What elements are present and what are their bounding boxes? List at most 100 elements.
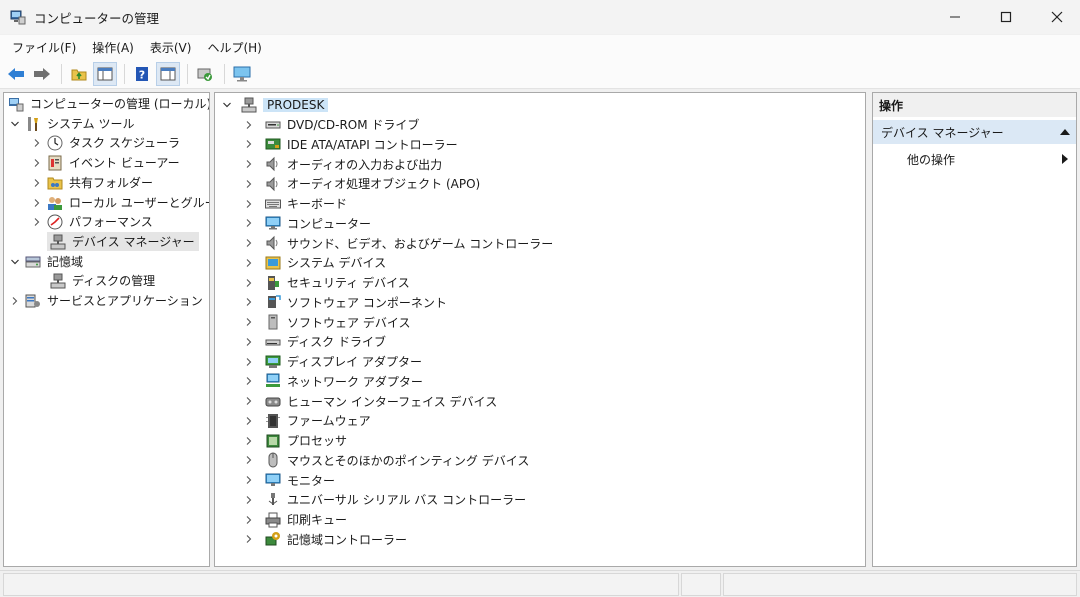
chevron-right-icon[interactable] xyxy=(31,157,43,169)
collapse-triangle-icon[interactable] xyxy=(1060,128,1070,136)
tree-item-shared-folders[interactable]: 共有フォルダー xyxy=(31,173,153,192)
device-category-row[interactable]: ファームウェア xyxy=(243,411,371,430)
device-category-row[interactable]: ユニバーサル シリアル バス コントローラー xyxy=(243,490,526,509)
close-button[interactable] xyxy=(1034,0,1080,34)
scan-hardware-button[interactable] xyxy=(193,62,217,86)
show-hide-console-tree-button[interactable] xyxy=(93,61,117,86)
device-category-row[interactable]: ネットワーク アダプター xyxy=(243,372,423,391)
tree-root-computer-management[interactable]: コンピューターの管理 (ローカル) xyxy=(8,94,209,113)
device-category-row[interactable]: コンピューター xyxy=(243,214,371,233)
monitor-icon xyxy=(233,66,251,81)
tree-item-local-users-groups[interactable]: ローカル ユーザーとグループ xyxy=(31,193,209,212)
chevron-right-icon[interactable] xyxy=(243,198,255,210)
chevron-right-icon[interactable] xyxy=(31,197,43,209)
chevron-right-icon[interactable] xyxy=(243,316,255,328)
device-category-row[interactable]: ディスプレイ アダプター xyxy=(243,352,422,371)
chevron-right-icon[interactable] xyxy=(243,119,255,131)
chevron-right-icon[interactable] xyxy=(243,474,255,486)
chevron-right-icon[interactable] xyxy=(31,177,43,189)
device-category-row[interactable]: IDE ATA/ATAPI コントローラー xyxy=(243,135,458,154)
chevron-right-icon[interactable] xyxy=(243,356,255,368)
dvd-drive-icon xyxy=(265,121,281,128)
device-category-row[interactable]: マウスとそのほかのポインティング デバイス xyxy=(243,451,529,470)
chevron-right-icon[interactable] xyxy=(9,295,21,307)
chevron-right-icon[interactable] xyxy=(243,514,255,526)
device-category-row[interactable]: キーボード xyxy=(243,194,347,213)
device-category-row[interactable]: ヒューマン インターフェイス デバイス xyxy=(243,392,497,411)
tree-label: イベント ビューアー xyxy=(69,156,180,170)
computer-icon xyxy=(265,216,281,230)
chevron-right-icon[interactable] xyxy=(31,137,43,149)
chevron-right-icon[interactable] xyxy=(243,178,255,190)
chevron-right-icon[interactable] xyxy=(31,216,43,228)
maximize-button[interactable] xyxy=(983,0,1029,34)
users-icon xyxy=(48,196,62,210)
keyboard-icon xyxy=(265,199,281,208)
device-category-row[interactable]: 印刷キュー xyxy=(243,510,347,529)
chevron-right-icon[interactable] xyxy=(243,533,255,545)
menu-view[interactable]: 表示(V) xyxy=(142,39,200,56)
chevron-right-icon[interactable] xyxy=(243,277,255,289)
tree-item-services-applications[interactable]: サービスとアプリケーション xyxy=(9,291,203,310)
forward-button[interactable] xyxy=(30,62,54,86)
device-category-row[interactable]: オーディオの入力および出力 xyxy=(243,155,442,174)
chevron-right-icon[interactable] xyxy=(243,415,255,427)
menu-help[interactable]: ヘルプ(H) xyxy=(199,39,269,56)
chevron-down-icon[interactable] xyxy=(9,256,21,268)
menu-action[interactable]: 操作(A) xyxy=(84,39,142,56)
status-bar xyxy=(0,570,1080,597)
device-category-row[interactable]: モニター xyxy=(243,471,335,490)
action-pane-icon xyxy=(160,67,176,80)
tree-item-performance[interactable]: パフォーマンス xyxy=(31,212,153,231)
device-category-row[interactable]: DVD/CD-ROM ドライブ xyxy=(243,115,419,134)
device-category-label: ソフトウェア コンポーネント xyxy=(287,295,447,310)
tools-icon xyxy=(28,116,38,131)
chevron-right-icon[interactable] xyxy=(243,296,255,308)
device-category-row[interactable]: ディスク ドライブ xyxy=(243,332,386,351)
device-category-label: ソフトウェア デバイス xyxy=(287,315,411,330)
performance-icon xyxy=(47,214,63,229)
chevron-right-icon[interactable] xyxy=(243,395,255,407)
device-category-row[interactable]: ソフトウェア デバイス xyxy=(243,313,410,332)
chevron-down-icon[interactable] xyxy=(9,118,21,130)
chevron-right-icon[interactable] xyxy=(243,217,255,229)
tree-item-system-tools[interactable]: システム ツール xyxy=(9,114,134,133)
chevron-down-icon[interactable] xyxy=(221,99,233,111)
device-category-row[interactable]: プロセッサ xyxy=(243,431,347,450)
chevron-right-icon[interactable] xyxy=(243,336,255,348)
chevron-right-icon[interactable] xyxy=(243,435,255,447)
chevron-right-icon[interactable] xyxy=(243,237,255,249)
chevron-right-icon[interactable] xyxy=(243,257,255,269)
device-category-row[interactable]: システム デバイス xyxy=(243,253,386,272)
actions-more-actions[interactable]: 他の操作 xyxy=(873,148,1076,170)
device-category-row[interactable]: ソフトウェア コンポーネント xyxy=(243,293,447,312)
device-category-label: オーディオの入力および出力 xyxy=(287,157,443,172)
actions-section-device-manager[interactable]: デバイス マネージャー xyxy=(873,120,1076,144)
chevron-right-icon[interactable] xyxy=(243,138,255,150)
tree-item-storage[interactable]: 記憶域 xyxy=(9,252,83,271)
chevron-right-icon[interactable] xyxy=(243,494,255,506)
show-hide-action-pane-button[interactable] xyxy=(156,61,180,86)
tree-item-event-viewer[interactable]: イベント ビューアー xyxy=(31,153,180,172)
device-category-row[interactable]: セキュリティ デバイス xyxy=(243,273,410,292)
tree-item-device-manager[interactable]: デバイス マネージャー xyxy=(47,232,199,251)
device-category-row[interactable]: オーディオ処理オブジェクト (APO) xyxy=(243,174,480,193)
up-folder-button[interactable] xyxy=(67,62,91,86)
help-button[interactable]: ? xyxy=(130,62,154,86)
chevron-right-icon[interactable] xyxy=(243,158,255,170)
tree-item-task-scheduler[interactable]: タスク スケジューラ xyxy=(31,133,180,152)
minimize-button[interactable] xyxy=(932,0,978,34)
device-tree-root-label: PRODESK xyxy=(263,97,329,112)
device-tree-root[interactable]: PRODESK xyxy=(221,95,329,114)
chevron-right-icon[interactable] xyxy=(243,375,255,387)
device-category-row[interactable]: 記憶域コントローラー xyxy=(243,530,407,549)
device-category-label: ディスク ドライブ xyxy=(287,335,386,350)
device-category-label: IDE ATA/ATAPI コントローラー xyxy=(287,137,458,152)
monitor-button[interactable] xyxy=(230,62,254,86)
tree-label: 記憶域 xyxy=(47,255,84,269)
tree-item-disk-management[interactable]: ディスクの管理 xyxy=(50,271,155,290)
device-category-row[interactable]: サウンド、ビデオ、およびゲーム コントローラー xyxy=(243,234,553,253)
chevron-right-icon[interactable] xyxy=(243,454,255,466)
menu-file[interactable]: ファイル(F) xyxy=(4,39,84,56)
back-button[interactable] xyxy=(4,62,28,86)
